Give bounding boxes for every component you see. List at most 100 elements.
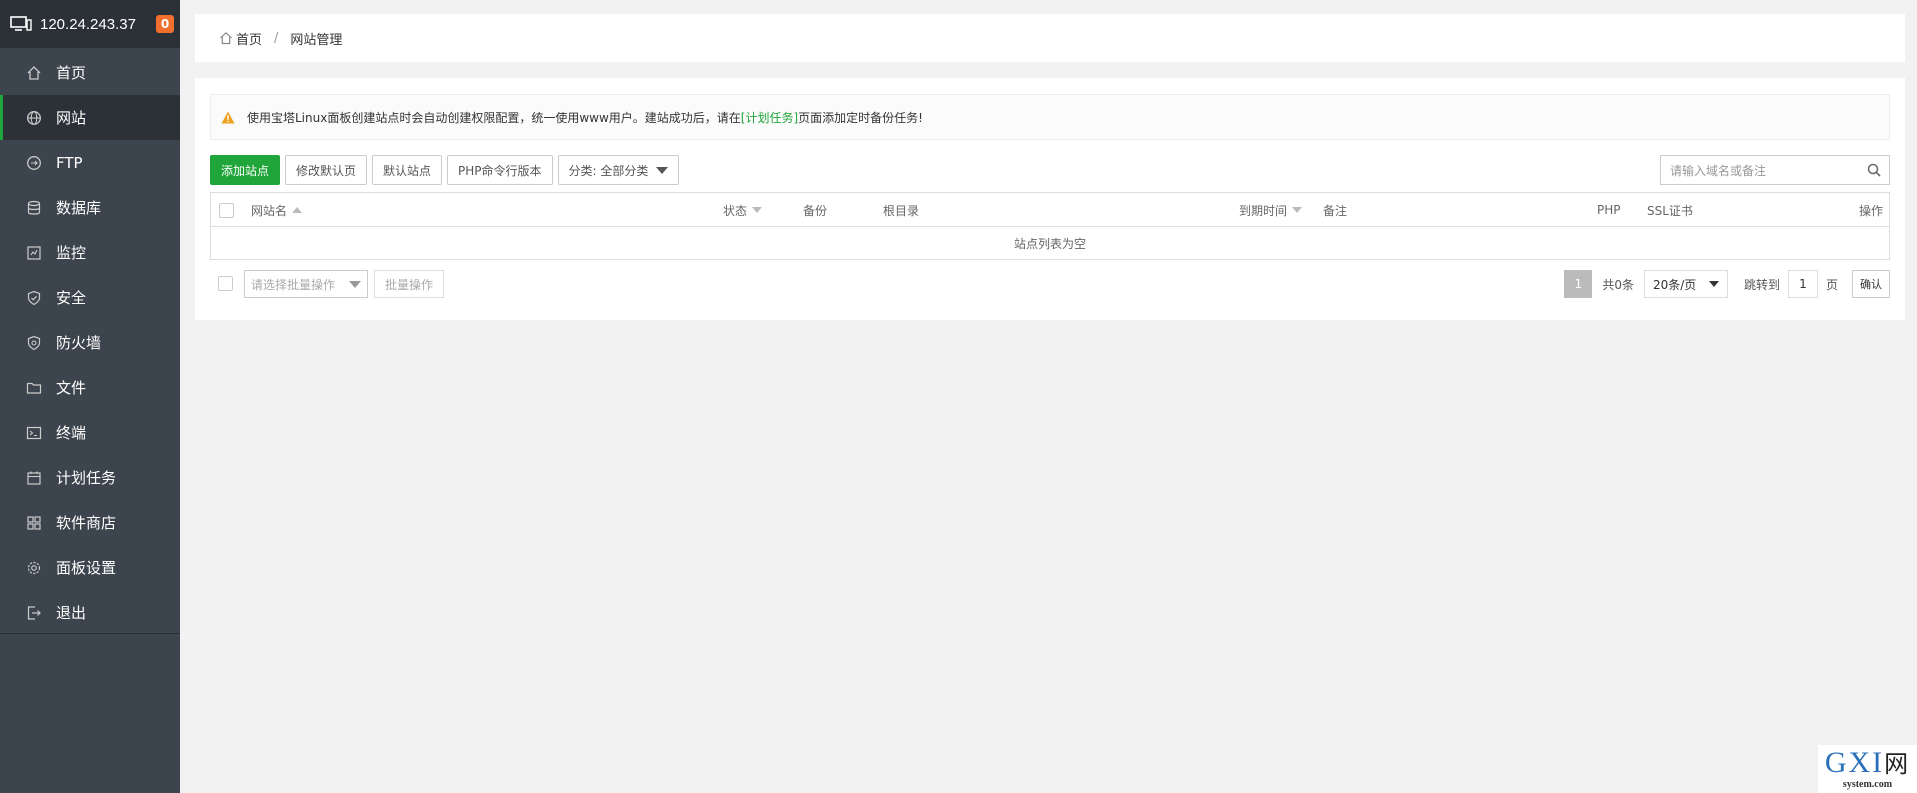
batch-select-checkbox[interactable] [218,276,233,291]
default-site-button[interactable]: 默认站点 [372,155,443,185]
page-total: 共0条 [1602,277,1634,292]
col-expire-label: 到期时间 [1239,203,1288,218]
search-placeholder: 请输入域名或备注 [1670,163,1767,178]
category-dropdown[interactable]: 分类: 全部分类 [557,155,680,185]
col-ssl: SSL证书 [1647,193,1693,227]
breadcrumb-home-link[interactable]: 首页 [236,29,262,48]
terminal-icon [26,426,42,439]
col-root: 根目录 [883,193,919,227]
search-icon[interactable] [1867,163,1881,177]
page-unit: 页 [1825,277,1838,292]
sidebar-item-monitor[interactable]: 监控 [0,230,180,275]
warning-icon [221,111,235,123]
php-cli-version-button[interactable]: PHP命令行版本 [447,155,553,185]
sidebar-item-label: 文件 [56,379,87,397]
batch-placeholder: 请选择批量操作 [251,277,336,292]
sidebar-item-database[interactable]: 数据库 [0,185,180,230]
search-input[interactable]: 请输入域名或备注 [1660,155,1890,185]
server-header[interactable]: 120.24.243.37 0 [0,0,180,48]
chevron-down-icon [656,166,669,174]
col-actions: 操作 [1859,193,1883,227]
logout-icon [27,605,41,620]
site-panel: 使用宝塔Linux面板创建站点时会自动创建权限配置，统一使用www用户。建站成功… [195,78,1905,320]
col-backup: 备份 [803,193,827,227]
table-footer: 请选择批量操作 批量操作 1 共0条 20条/页 跳转到 1 页 确认 [210,270,1890,300]
notice-text-tail: 页面添加定时备份任务! [798,110,923,125]
chevron-down-icon [349,280,361,288]
watermark-net: 网 [1884,752,1911,778]
breadcrumb-current: 网站管理 [290,32,343,48]
sidebar-item-cron[interactable]: 计划任务 [0,455,180,500]
home-icon [220,31,232,45]
globe-icon [27,110,41,125]
col-backup-label: 备份 [803,203,828,218]
sort-desc-icon [1292,207,1303,213]
page-size-select[interactable]: 20条/页 [1643,270,1728,298]
batch-operation-button[interactable]: 批量操作 [374,270,444,298]
sidebar-item-files[interactable]: 文件 [0,365,180,410]
sidebar-item-ftp[interactable]: FTP [0,140,180,185]
folder-icon [26,382,42,394]
cron-link[interactable]: [计划任务] [741,109,798,126]
col-php-label: PHP [1597,203,1621,217]
page-size-value: 20条/页 [1652,277,1697,292]
sidebar-menu: 首页 网站 FTP 数据库 监控 安全 防火墙 文件 终端 计划任务 软件商店 … [0,48,180,633]
server-ip: 120.24.243.37 [40,15,136,33]
select-all-checkbox[interactable] [219,202,234,218]
col-site-name[interactable]: 网站名 [251,193,303,227]
modify-default-page-button[interactable]: 修改默认页 [285,155,368,185]
sidebar-item-label: 终端 [56,424,87,442]
monitor-icon [27,245,41,260]
sidebar-item-label: 防火墙 [56,334,102,352]
sidebar-item-firewall[interactable]: 防火墙 [0,320,180,365]
page-current[interactable]: 1 [1564,270,1593,298]
sidebar-item-app-store[interactable]: 软件商店 [0,500,180,545]
jump-label: 跳转到 [1743,277,1780,292]
sidebar-item-label: 监控 [56,244,87,262]
gear-icon [27,561,41,574]
database-icon [27,200,41,215]
table-empty-row: 站点列表为空 [211,227,1889,259]
chevron-down-icon [1708,281,1719,287]
sidebar-divider [0,633,180,634]
grid-icon [27,515,41,530]
select-all-cell [219,193,234,227]
sidebar-item-label: 计划任务 [56,469,117,487]
col-expire[interactable]: 到期时间 [1239,193,1303,227]
notification-badge[interactable]: 0 [156,15,174,33]
sidebar-item-website[interactable]: 网站 [0,95,180,140]
jump-page-input[interactable]: 1 [1787,270,1818,298]
jump-confirm-button[interactable]: 确认 [1852,270,1890,298]
notice-bar: 使用宝塔Linux面板创建站点时会自动创建权限配置，统一使用www用户。建站成功… [210,94,1890,140]
sidebar-item-settings[interactable]: 面板设置 [0,545,180,590]
col-remark: 备注 [1323,193,1347,227]
col-remark-label: 备注 [1323,203,1348,218]
sidebar-item-label: 软件商店 [56,514,117,532]
batch-operation-select[interactable]: 请选择批量操作 [244,270,368,298]
home-icon [27,65,41,80]
sidebar-item-home[interactable]: 首页 [0,50,180,95]
col-php: PHP [1597,193,1621,227]
calendar-icon [27,471,41,485]
shield-check-icon [27,290,41,305]
sidebar-item-terminal[interactable]: 终端 [0,410,180,455]
watermark-sub: system.com [1842,779,1893,790]
breadcrumb: 首页 / 网站管理 [195,14,1905,62]
empty-text: 站点列表为空 [1013,236,1086,251]
sidebar-item-logout[interactable]: 退出 [0,590,180,635]
main-content: 首页 / 网站管理 使用宝塔Linux面板创建站点时会自动创建权限配置，统一使用… [195,14,1905,320]
toolbar: 添加站点 修改默认页 默认站点 PHP命令行版本 分类: 全部分类 请输入域名或… [210,155,1890,185]
sidebar-item-label: 网站 [56,109,87,127]
col-actions-label: 操作 [1858,203,1883,218]
monitor-screen-icon [10,16,32,31]
sidebar-item-label: 安全 [56,289,87,307]
add-site-button[interactable]: 添加站点 [210,155,281,185]
pagination: 1 共0条 20条/页 跳转到 1 页 确认 [1564,270,1890,298]
breadcrumb-separator: / [274,30,279,46]
watermark-logo: GXI网 system.com [1818,745,1917,793]
col-site-name-label: 网站名 [251,203,288,218]
col-status-label: 状态 [723,203,748,218]
sidebar-item-security[interactable]: 安全 [0,275,180,320]
firewall-icon [27,335,41,350]
col-status[interactable]: 状态 [723,193,763,227]
